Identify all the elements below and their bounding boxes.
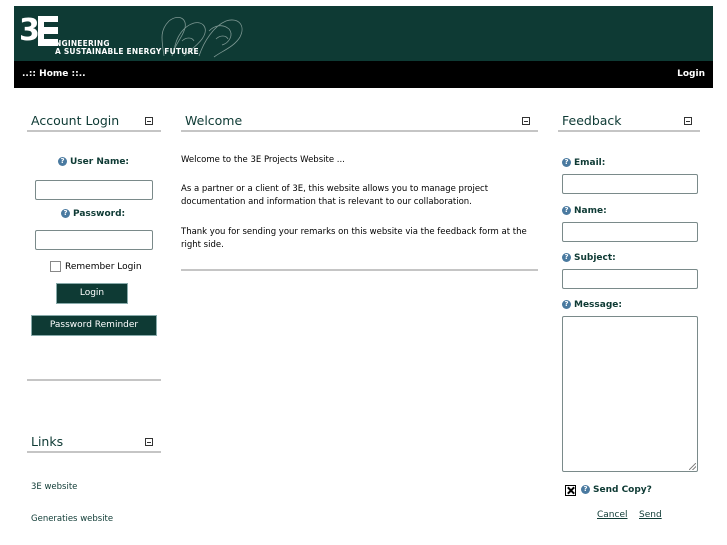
welcome-header: Welcome [181, 110, 538, 132]
welcome-paragraph-3: Thank you for sending your remarks on th… [181, 227, 527, 250]
collapse-icon[interactable] [522, 117, 530, 125]
tree-illustration [161, 17, 243, 58]
resize-grip-icon[interactable] [689, 463, 696, 470]
login-button[interactable]: Login [56, 283, 128, 304]
site-header: 3 NGINEERING A SUSTAINABLE ENERGY FUTURE [14, 6, 713, 61]
nav-login-link[interactable]: Login [677, 69, 705, 79]
subject-input[interactable] [562, 269, 698, 289]
password-reminder-button[interactable]: Password Reminder [31, 315, 157, 336]
password-label: ? Password: [61, 209, 125, 219]
divider [27, 379, 161, 381]
email-input[interactable] [562, 174, 698, 194]
send-link[interactable]: Send [639, 510, 662, 520]
help-icon[interactable]: ? [562, 300, 571, 309]
welcome-title: Welcome [185, 113, 243, 128]
username-input[interactable] [35, 180, 153, 200]
feedback-title: Feedback [562, 113, 622, 128]
links-header: Links [27, 431, 161, 453]
help-icon[interactable]: ? [61, 209, 70, 218]
subject-label: ? Subject: [562, 253, 616, 263]
help-icon[interactable]: ? [58, 157, 67, 166]
account-login-header: Account Login [27, 110, 161, 132]
collapse-icon[interactable] [145, 117, 153, 125]
collapse-icon[interactable] [145, 438, 153, 446]
cancel-link[interactable]: Cancel [597, 510, 628, 520]
help-icon[interactable]: ? [562, 158, 571, 167]
collapse-icon[interactable] [684, 117, 692, 125]
name-label: ? Name: [562, 206, 607, 216]
password-input[interactable] [35, 230, 153, 250]
nav-bar: ..:: Home ::.. Login [14, 61, 713, 88]
email-label: ? Email: [562, 158, 605, 168]
message-label: ? Message: [562, 300, 622, 310]
name-input[interactable] [562, 222, 698, 242]
welcome-paragraph-1: Welcome to the 3E Projects Website ... [181, 155, 345, 165]
username-label: ? User Name: [58, 157, 129, 167]
send-copy-label: ? Send Copy? [581, 485, 652, 495]
message-textarea[interactable] [562, 316, 698, 472]
link-generaties-website[interactable]: Generaties website [31, 514, 113, 524]
help-icon[interactable]: ? [562, 253, 571, 262]
svg-text:3: 3 [19, 13, 40, 48]
feedback-header: Feedback [558, 110, 700, 132]
help-icon[interactable]: ? [562, 206, 571, 215]
send-copy-checkbox[interactable] [565, 485, 576, 496]
help-icon[interactable]: ? [581, 485, 590, 494]
account-login-title: Account Login [31, 113, 120, 128]
divider [181, 269, 538, 271]
links-title: Links [31, 434, 64, 449]
nav-home-link[interactable]: ..:: Home ::.. [22, 69, 86, 79]
link-3e-website[interactable]: 3E website [31, 482, 77, 492]
remember-login-checkbox[interactable] [50, 261, 61, 272]
remember-login-label: Remember Login [65, 262, 142, 272]
welcome-paragraph-2: As a partner or a client of 3E, this web… [181, 184, 489, 207]
